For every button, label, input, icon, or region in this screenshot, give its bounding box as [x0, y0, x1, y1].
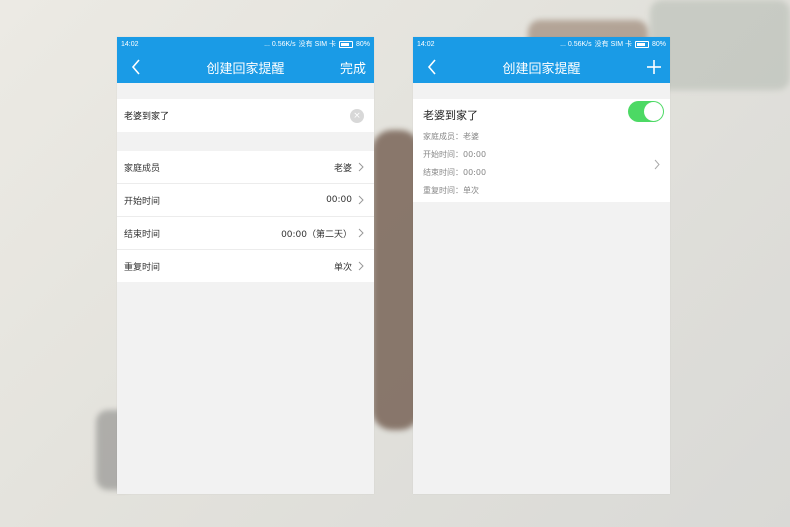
page-title: 创建回家提醒 [206, 61, 285, 77]
page-title: 创建回家提醒 [502, 61, 581, 77]
nav-bar: 创建回家提醒 [413, 51, 670, 83]
status-bar: 14:02 ... 0.56K/s 没有 SIM 卡 80% [117, 37, 374, 51]
setting-label: 开始时间 [124, 196, 161, 207]
setting-value: 单次 [333, 262, 352, 273]
status-indicators: ... 0.56K/s 没有 SIM 卡 80% [264, 39, 370, 49]
chevron-left-icon [427, 59, 436, 75]
status-battery: 80% [355, 40, 370, 48]
status-carrier: 没有 SIM 卡 [298, 41, 336, 48]
setting-row-start-time[interactable]: 开始时间 00:00 [117, 184, 374, 217]
chevron-right-icon [358, 261, 364, 271]
clear-icon[interactable]: × [350, 108, 364, 123]
back-button[interactable] [131, 59, 143, 75]
status-time: 14:02 [121, 40, 139, 48]
reminder-start-time: 开始时间：00:00 [423, 150, 487, 159]
nav-bar: 创建回家提醒 完成 [117, 51, 374, 83]
status-carrier: 没有 SIM 卡 [594, 41, 632, 48]
status-indicators: ... 0.56K/s 没有 SIM 卡 80% [560, 39, 666, 49]
chevron-right-icon [358, 195, 364, 205]
reminder-member: 家庭成员：老婆 [423, 132, 479, 141]
back-button[interactable] [427, 59, 439, 75]
setting-row-repeat[interactable]: 重复时间 单次 [117, 250, 374, 282]
battery-icon [634, 40, 649, 48]
reminder-repeat: 重复时间：单次 [423, 186, 479, 195]
setting-label: 重复时间 [124, 262, 161, 273]
reminder-card[interactable]: 老婆到家了 家庭成员：老婆 开始时间：00:00 结束时间：00:00 重复时间… [413, 99, 670, 202]
create-reminder-screen: 14:02 ... 0.56K/s 没有 SIM 卡 80% 创建回家提醒 完成… [117, 37, 374, 494]
setting-label: 结束时间 [124, 229, 161, 240]
chevron-right-icon [358, 162, 364, 172]
reminder-toggle[interactable] [628, 101, 664, 122]
status-battery: 80% [651, 40, 666, 48]
setting-value: 老婆 [333, 163, 352, 174]
setting-row-family-member[interactable]: 家庭成员 老婆 [117, 151, 374, 184]
setting-row-end-time[interactable]: 结束时间 00:00（第二天） [117, 217, 374, 250]
background-plant-shape [650, 0, 790, 90]
reminder-name-field[interactable]: 老婆到家了 × [117, 99, 374, 132]
done-button[interactable]: 完成 [340, 58, 366, 77]
battery-icon [338, 40, 353, 48]
chevron-right-icon [654, 159, 660, 170]
setting-value: 00:00（第二天） [281, 229, 352, 240]
toggle-knob [644, 102, 663, 121]
setting-value: 00:00 [326, 195, 352, 205]
chevron-right-icon [358, 228, 364, 238]
settings-list: 家庭成员 老婆 开始时间 00:00 结束时间 00:00（第二天） 重复时间 … [117, 151, 374, 282]
setting-label: 家庭成员 [124, 163, 161, 174]
reminder-list-screen: 14:02 ... 0.56K/s 没有 SIM 卡 80% 创建回家提醒 老婆… [413, 37, 670, 494]
reminder-name-value[interactable]: 老婆到家了 [124, 109, 169, 122]
status-speed: ... 0.56K/s [560, 40, 592, 48]
reminder-end-time: 结束时间：00:00 [423, 168, 487, 177]
chevron-left-icon [131, 59, 140, 75]
status-bar: 14:02 ... 0.56K/s 没有 SIM 卡 80% [413, 37, 670, 51]
plus-icon[interactable] [646, 59, 662, 75]
status-time: 14:02 [417, 40, 435, 48]
reminder-title: 老婆到家了 [423, 109, 478, 122]
status-speed: ... 0.56K/s [264, 40, 296, 48]
